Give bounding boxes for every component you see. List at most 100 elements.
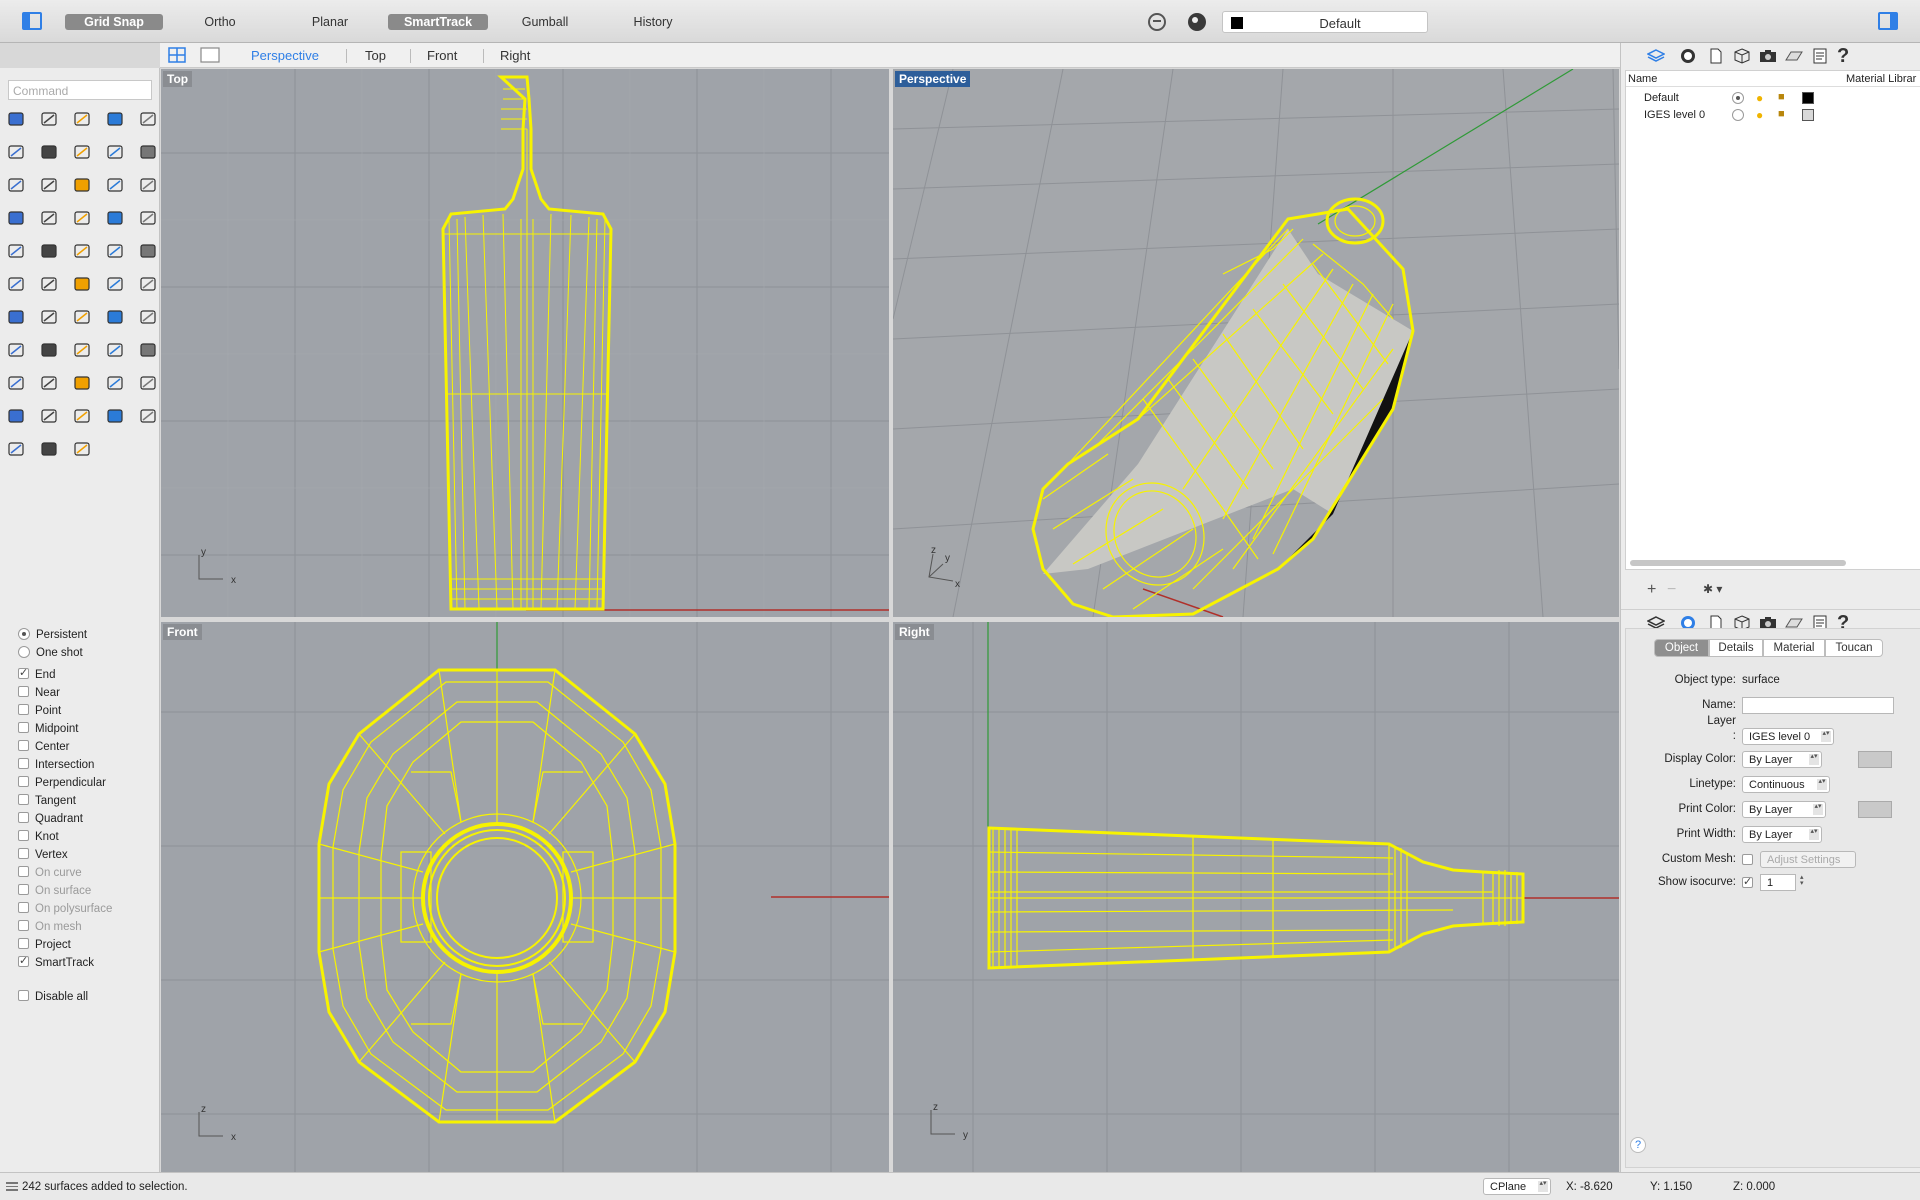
sphere-mesh-tool-icon[interactable] (138, 405, 160, 427)
check-tool-icon[interactable] (105, 306, 127, 328)
tab-details[interactable]: Details (1709, 639, 1763, 657)
ground-plane-icon[interactable] (1785, 47, 1803, 65)
arc-tool-icon[interactable] (105, 141, 127, 163)
add-layer-button[interactable]: + (1647, 581, 1656, 599)
lamp-tool-icon[interactable] (39, 438, 61, 460)
osnap-target-icon[interactable] (1148, 13, 1166, 31)
ground-tool-icon[interactable] (72, 372, 94, 394)
rectangle-tool-icon[interactable] (72, 141, 94, 163)
osnap-knot-checkbox[interactable]: Knot (18, 830, 59, 846)
history-toggle[interactable]: History (613, 14, 693, 30)
rotate-tool-icon[interactable] (39, 273, 61, 295)
box-solid-tool-icon[interactable] (72, 174, 94, 196)
blend-tool-icon[interactable] (105, 240, 127, 262)
tab-object[interactable]: Object (1654, 639, 1709, 657)
select-arrow-tool-icon[interactable] (6, 108, 28, 130)
viewport-front[interactable]: z x Front (161, 622, 889, 1172)
zoom-extents-tool-icon[interactable] (39, 339, 61, 361)
record-history-icon[interactable] (1188, 13, 1206, 31)
planar-toggle[interactable]: Planar (290, 14, 370, 30)
surface-from-points-tool-icon[interactable] (6, 174, 28, 196)
viewport-label-top[interactable]: Top (163, 71, 193, 87)
car-tool-icon[interactable] (39, 372, 61, 394)
print-color-select[interactable]: By Layer ▴▾ (1742, 801, 1826, 818)
linetype-select[interactable]: Continuous ▴▾ (1742, 776, 1830, 793)
block-tool-icon[interactable] (105, 273, 127, 295)
network-tool-icon[interactable] (39, 240, 61, 262)
viewport-right[interactable]: z y Right (893, 622, 1619, 1172)
mesh-tool-icon[interactable] (6, 207, 28, 229)
tab-perspective[interactable]: Perspective (251, 48, 319, 63)
scale-tool-icon[interactable] (72, 273, 94, 295)
transform-tool-icon[interactable] (39, 207, 61, 229)
layer-options-gear-icon[interactable]: ✱ ▾ (1703, 582, 1722, 596)
text-tool-tool-icon[interactable] (138, 240, 160, 262)
osnap-center-checkbox[interactable]: Center (18, 740, 70, 756)
circle-grid-tool-icon[interactable] (105, 405, 127, 427)
curve-tool-icon[interactable] (105, 108, 127, 130)
layer-row[interactable]: Default ● ■ (1644, 91, 1914, 107)
render-sphere-tool-icon[interactable] (6, 438, 28, 460)
gumball-tool-icon[interactable] (72, 438, 94, 460)
layers-icon[interactable] (1647, 47, 1665, 65)
print-width-select[interactable]: By Layer ▴▾ (1742, 826, 1822, 843)
current-layer-dropdown[interactable]: Default (1222, 11, 1428, 33)
viewport-label-right[interactable]: Right (895, 624, 934, 640)
osnap-project-checkbox[interactable]: Project (18, 938, 71, 954)
tab-right[interactable]: Right (500, 48, 530, 63)
dimension-tool-icon[interactable] (138, 273, 160, 295)
layer-row[interactable]: IGES level 0 ● ■ (1644, 108, 1914, 124)
osnap-disable-all-checkbox[interactable]: Disable all (18, 990, 88, 1006)
lightbulb-icon[interactable]: ● (1756, 91, 1763, 105)
right-sidebar-toggle-icon[interactable] (1878, 12, 1898, 30)
curve-tools-tool-icon[interactable] (138, 141, 160, 163)
single-view-layout-icon[interactable] (200, 47, 220, 63)
osnap-on-curve-checkbox[interactable]: On curve (18, 866, 82, 882)
sphere-solid-tool-icon[interactable] (105, 174, 127, 196)
osnap-vertex-checkbox[interactable]: Vertex (18, 848, 68, 864)
osnap-perpendicular-checkbox[interactable]: Perpendicular (18, 776, 106, 792)
circle-tool-icon[interactable] (138, 108, 160, 130)
tab-top[interactable]: Top (365, 48, 386, 63)
lightbulb-tool-icon[interactable] (138, 372, 160, 394)
notes-icon[interactable] (1811, 47, 1829, 65)
camera-icon[interactable] (1759, 47, 1777, 65)
viewport-label-front[interactable]: Front (163, 624, 202, 640)
gumball-toggle[interactable]: Gumball (505, 14, 585, 30)
osnap-tangent-checkbox[interactable]: Tangent (18, 794, 76, 810)
current-layer-radio[interactable] (1732, 92, 1744, 104)
zoom-selected-tool-icon[interactable] (72, 339, 94, 361)
show-isocurve-checkbox[interactable] (1742, 875, 1753, 888)
viewport-label-perspective[interactable]: Perspective (895, 71, 971, 87)
lock-icon[interactable]: ■ (1778, 108, 1785, 120)
osnap-near-checkbox[interactable]: Near (18, 686, 60, 702)
osnap-on-polysurface-checkbox[interactable]: On polysurface (18, 902, 112, 918)
array-tool-icon[interactable] (6, 306, 28, 328)
name-field[interactable] (1742, 697, 1894, 714)
osnap-midpoint-checkbox[interactable]: Midpoint (18, 722, 78, 738)
move-tool-icon[interactable] (6, 273, 28, 295)
trim-tool-icon[interactable] (39, 306, 61, 328)
print-color-swatch[interactable] (1858, 801, 1892, 818)
four-view-layout-icon[interactable] (168, 47, 186, 63)
tab-front[interactable]: Front (427, 48, 457, 63)
zoom-window-tool-icon[interactable] (6, 339, 28, 361)
help-icon[interactable]: ? (1837, 46, 1855, 66)
display-color-select[interactable]: By Layer ▴▾ (1742, 751, 1822, 768)
command-history-icon[interactable] (6, 1182, 18, 1191)
extrude-surface-tool-icon[interactable] (39, 174, 61, 196)
isocurve-density-input[interactable]: 1 (1760, 874, 1796, 891)
osnap-end-checkbox[interactable]: End (18, 666, 55, 684)
color-wheel-tool-icon[interactable] (72, 405, 94, 427)
document-icon[interactable] (1707, 47, 1725, 65)
polygon-tool-icon[interactable] (39, 141, 61, 163)
grid-snap-toggle[interactable]: Grid Snap (65, 14, 163, 30)
boolean-tool-icon[interactable] (105, 207, 127, 229)
ellipse-tool-icon[interactable] (6, 141, 28, 163)
lightbulb-icon[interactable]: ● (1756, 108, 1763, 122)
viewport-top[interactable]: y x Top (161, 69, 889, 617)
osnap-one-shot-radio[interactable]: One shot (18, 646, 83, 662)
zoom-dynamic-tool-icon[interactable] (138, 339, 160, 361)
lens-tool-icon[interactable] (105, 339, 127, 361)
osnap-quadrant-checkbox[interactable]: Quadrant (18, 812, 83, 828)
